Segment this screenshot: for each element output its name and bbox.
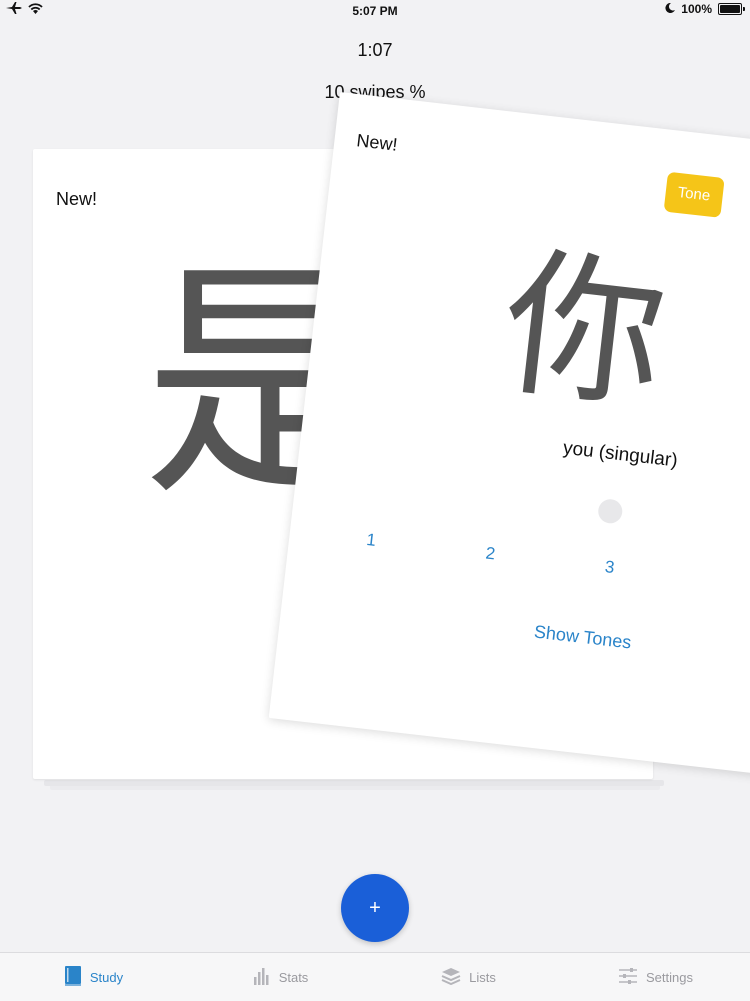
tab-study-label: Study (89, 969, 124, 985)
tab-lists-label: Lists (469, 969, 496, 985)
tone-badge: Tone (663, 171, 725, 218)
card-stack-edge (44, 780, 664, 786)
battery-icon (718, 3, 745, 15)
new-label: New! (56, 189, 98, 209)
tab-lists[interactable]: Lists (375, 953, 562, 1001)
tab-stats-label: Stats (278, 969, 309, 985)
sliders-icon (618, 967, 638, 988)
tone-button-2[interactable]: 2 (485, 544, 497, 565)
flashcard-front[interactable]: New! Tone 你 you (singular) 1 2 3 Show To… (268, 92, 750, 786)
tab-settings-label: Settings (646, 969, 693, 985)
status-right: 100% (665, 2, 745, 16)
tone-button-1[interactable]: 1 (365, 530, 377, 551)
tab-stats[interactable]: Stats (187, 953, 374, 1001)
show-tones-button[interactable]: Show Tones (533, 622, 632, 654)
swipe-count-suffix: % (409, 82, 426, 102)
bar-chart-icon (253, 967, 271, 988)
battery-text: 100% (681, 2, 712, 16)
layers-icon (441, 967, 461, 988)
tone-indicator-dot (596, 498, 624, 525)
book-icon (64, 965, 82, 990)
add-button[interactable]: + (341, 874, 409, 942)
meaning-text: you (singular) (561, 437, 679, 472)
status-time: 5:07 PM (352, 4, 398, 18)
tone-button-3[interactable]: 3 (604, 557, 616, 578)
tab-settings[interactable]: Settings (562, 953, 749, 1001)
status-bar: 5:07 PM 100% (0, 0, 750, 22)
hanzi-character: 你 (494, 228, 675, 433)
tab-study[interactable]: Study (0, 953, 187, 1001)
new-label: New! (355, 130, 399, 155)
moon-icon (665, 2, 676, 16)
tab-bar: Study Stats Lists Settings (0, 952, 750, 1001)
session-timer: 1:07 (357, 40, 393, 60)
